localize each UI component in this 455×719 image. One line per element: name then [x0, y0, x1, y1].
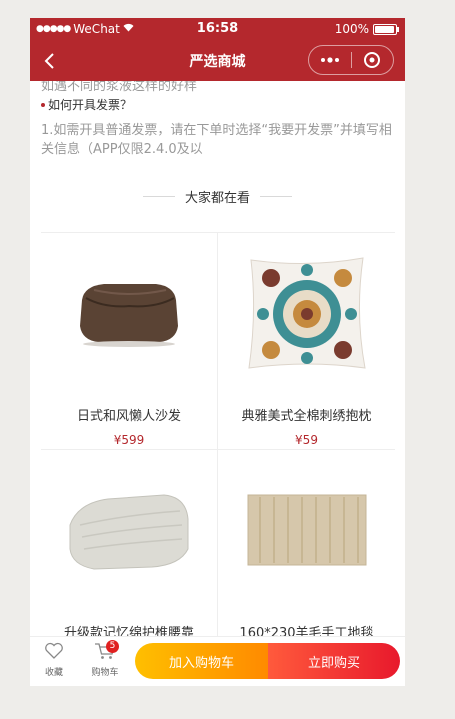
clipped-text: 如遇不同的浆液这样的好样: [41, 81, 198, 94]
favorite-label: 收藏: [44, 668, 63, 678]
embroidered-pillow-image: [247, 257, 366, 369]
lumbar-cushion-image: [69, 494, 189, 570]
divider-line: [142, 195, 175, 197]
cart-count-badge: 5: [106, 640, 119, 653]
buy-now-button[interactable]: 立即购买: [268, 643, 400, 679]
beanbag-sofa-image: [80, 284, 178, 347]
status-bar: ●●●●● WeChat 16:58 100%: [30, 18, 405, 41]
mini-program-capsule: [308, 45, 394, 75]
content-area: 如遇不同的浆液这样的好样 如何开具发票？ 1.如需开具普通发票，请在下单时选择“…: [30, 81, 405, 646]
divider-line: [260, 195, 292, 197]
faq-question-text: 如何开具发票？: [48, 98, 133, 112]
product-card[interactable]: 日式和风懒人沙发 ¥599: [41, 233, 217, 450]
cart-label: 购物车: [91, 668, 119, 678]
section-title-text: 大家都在看: [184, 190, 250, 206]
target-icon: [364, 52, 381, 68]
faq-question: 如何开具发票？: [41, 96, 132, 113]
phone-frame: ●●●●● WeChat 16:58 100% 严选商城 如遇不同的浆液这样的好…: [30, 18, 405, 686]
battery-indicator: 100%: [334, 22, 399, 36]
close-button[interactable]: [351, 46, 393, 74]
product-image: [41, 247, 217, 379]
product-price: ¥599: [113, 433, 145, 447]
product-card[interactable]: 160*230羊毛手工地毯: [218, 450, 395, 646]
add-to-cart-button[interactable]: 加入购物车: [135, 643, 268, 679]
cart-button[interactable]: 5 购物车: [88, 640, 122, 678]
battery-icon: [373, 23, 399, 35]
wool-rug-image: [247, 494, 366, 566]
battery-percent: 100%: [334, 22, 369, 36]
product-card[interactable]: 典雅美式全棉刺绣抱枕 ¥59: [218, 233, 395, 450]
bottom-action-bar: 收藏 5 购物车 加入购物车 立即购买: [30, 636, 405, 686]
bullet-dot-icon: [41, 102, 45, 107]
product-image: [218, 247, 395, 379]
nav-bar: 严选商城: [30, 41, 405, 81]
product-card[interactable]: 升级款记忆绵护椎腰靠: [41, 450, 217, 646]
heart-icon: [45, 642, 63, 659]
product-image: [218, 464, 395, 596]
product-price: ¥59: [295, 433, 318, 447]
more-button[interactable]: [309, 46, 351, 74]
product-grid: 日式和风懒人沙发 ¥599 典雅美式全棉刺绣抱枕 ¥59 升级款记忆绵护椎腰靠 …: [41, 232, 395, 646]
product-name: 日式和风懒人沙发: [76, 409, 181, 424]
favorite-button[interactable]: 收藏: [42, 642, 66, 678]
more-dots-icon: [320, 57, 339, 63]
product-image: [41, 464, 217, 596]
product-name: 典雅美式全棉刺绣抱枕: [241, 409, 372, 424]
faq-answer: 1.如需开具普通发票，请在下单时选择“我要开发票”并填写相关信息（APP仅限2.…: [41, 123, 392, 157]
section-title: 大家都在看: [30, 187, 405, 206]
